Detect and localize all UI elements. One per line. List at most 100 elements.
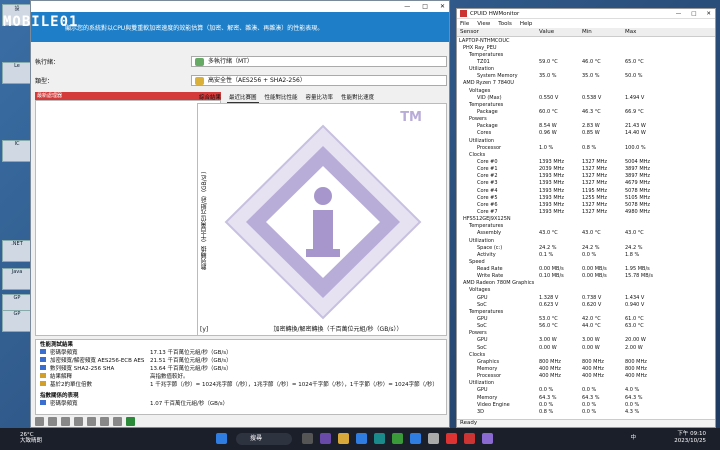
taskview-icon[interactable] <box>302 433 313 444</box>
maximize-button[interactable]: □ <box>422 3 428 10</box>
column-min[interactable]: Min <box>582 29 625 35</box>
sensor-row[interactable]: Memory 64.3 % 64.3 % 64.3 % <box>457 394 715 401</box>
sensor-row[interactable]: Voltages <box>457 87 715 94</box>
refresh-icon[interactable] <box>35 417 44 426</box>
sensor-row[interactable]: Utilization <box>457 66 715 73</box>
sensor-row[interactable]: Core #4 1393 MHz 1195 MHz 5078 MHz <box>457 187 715 194</box>
sensor-row[interactable]: Powers <box>457 330 715 337</box>
options-icon[interactable] <box>87 417 96 426</box>
sensor-row[interactable]: Temperatures <box>457 101 715 108</box>
sensor-row[interactable]: Video Engine 0.0 % 0.0 % 0.0 % <box>457 401 715 408</box>
app-icon[interactable] <box>446 433 457 444</box>
sensor-row[interactable]: Processor 1.0 % 0.8 % 100.0 % <box>457 144 715 151</box>
tab-performance[interactable]: 性能對比性能 <box>263 92 300 103</box>
system-tray[interactable]: 中 下午 09:10 2023/10/25 <box>630 431 706 445</box>
menu-help[interactable]: Help <box>520 21 533 27</box>
sensor-row[interactable]: Powers <box>457 116 715 123</box>
sensor-row[interactable]: Utilization <box>457 137 715 144</box>
sensor-row[interactable]: Memory 400 MHz 400 MHz 800 MHz <box>457 365 715 372</box>
desktop-icon[interactable]: Java <box>2 268 32 290</box>
store-icon[interactable] <box>356 433 367 444</box>
tab-recent[interactable]: 最近比賽圖 <box>227 92 259 103</box>
folder-icon[interactable] <box>338 433 349 444</box>
tab-capacity-power[interactable]: 容量比功率 <box>304 92 336 103</box>
sensor-row[interactable]: Space (c:) 24.2 % 24.2 % 24.2 % <box>457 244 715 251</box>
sensor-row[interactable]: System Memory 35.0 % 35.0 % 50.0 % <box>457 73 715 80</box>
sensor-row[interactable]: Core #3 1393 MHz 1327 MHz 4679 MHz <box>457 180 715 187</box>
column-sensor[interactable]: Sensor <box>457 29 539 35</box>
sensor-row[interactable]: SoC 0.00 W 0.00 W 2.00 W <box>457 344 715 351</box>
menu-file[interactable]: File <box>460 21 469 27</box>
algo-select[interactable]: 高安全性（AES256 + SHA2-256） <box>191 75 447 86</box>
sensor-row[interactable]: Assembly 43.0 °C 43.0 °C 43.0 °C <box>457 230 715 237</box>
sensor-row[interactable]: GPU 53.0 °C 42.0 °C 61.0 °C <box>457 315 715 322</box>
input-language[interactable]: 中 <box>630 435 636 442</box>
edge-icon[interactable] <box>374 433 385 444</box>
sensor-row[interactable]: GPU 0.0 % 0.0 % 4.0 % <box>457 387 715 394</box>
sensor-row[interactable]: Processor 400 MHz 400 MHz 400 MHz <box>457 373 715 380</box>
sensor-row[interactable]: LAPTOP-NTHMCOUC <box>457 37 715 44</box>
sensor-row[interactable]: AMD Ryzen 7 7840U <box>457 80 715 87</box>
menu-view[interactable]: View <box>477 21 490 27</box>
mail-icon[interactable] <box>410 433 421 444</box>
sensor-row[interactable]: Core #6 1393 MHz 1327 MHz 5078 MHz <box>457 201 715 208</box>
sensor-row[interactable]: Core #2 1393 MHz 1327 MHz 3897 MHz <box>457 173 715 180</box>
menu-tools[interactable]: Tools <box>498 21 512 27</box>
teams-icon[interactable] <box>320 433 331 444</box>
sensor-row[interactable]: Utilization <box>457 380 715 387</box>
sensor-row[interactable]: Cores 0.96 W 0.85 W 14.40 W <box>457 130 715 137</box>
desktop-icon[interactable]: IC <box>2 140 32 162</box>
sensor-row[interactable]: Write Rate 0.10 MB/s 0.00 MB/s 15.78 MB/s <box>457 273 715 280</box>
sensor-row[interactable]: GPU 3.00 W 3.00 W 20.00 W <box>457 337 715 344</box>
chrome-icon[interactable] <box>392 433 403 444</box>
minimize-button[interactable]: — <box>676 11 682 17</box>
sensor-row[interactable]: Clocks <box>457 151 715 158</box>
tab-combined[interactable]: 綜合結果 <box>197 92 223 103</box>
processor-list[interactable] <box>35 100 221 336</box>
desktop-icon[interactable]: .NET <box>2 240 32 262</box>
desktop-icon[interactable]: Le <box>2 62 32 84</box>
sensor-row[interactable]: Temperatures <box>457 223 715 230</box>
sensor-row[interactable]: Activity 0.1 % 0.0 % 1.8 % <box>457 251 715 258</box>
sensor-row[interactable]: TZ01 59.0 °C 46.0 °C 65.0 °C <box>457 58 715 65</box>
hwmonitor-task-icon[interactable] <box>464 433 475 444</box>
tab-speed[interactable]: 性能對比速度 <box>339 92 376 103</box>
sensor-row[interactable]: Temperatures <box>457 308 715 315</box>
copy-icon[interactable] <box>61 417 70 426</box>
print-icon[interactable] <box>74 417 83 426</box>
sensor-row[interactable]: Core #0 1393 MHz 1327 MHz 5004 MHz <box>457 158 715 165</box>
sensor-row[interactable]: Graphics 800 MHz 800 MHz 800 MHz <box>457 358 715 365</box>
search-box[interactable]: 搜尋 <box>236 433 292 445</box>
save-icon[interactable] <box>48 417 57 426</box>
close-button[interactable]: ✕ <box>440 3 445 10</box>
ok-icon[interactable] <box>126 417 135 426</box>
sensor-row[interactable]: PHX Ray_PEU <box>457 44 715 51</box>
sensor-row[interactable]: Voltages <box>457 287 715 294</box>
sensor-row[interactable]: Package 60.0 °C 46.3 °C 66.9 °C <box>457 108 715 115</box>
app-icon[interactable] <box>428 433 439 444</box>
weather-widget[interactable]: 26°C 大致晴朗 <box>20 432 42 444</box>
forward-icon[interactable] <box>113 417 122 426</box>
sensor-row[interactable]: SoC 56.0 °C 44.0 °C 63.0 °C <box>457 323 715 330</box>
maximize-button[interactable]: □ <box>691 11 696 17</box>
sensor-row[interactable]: Speed <box>457 258 715 265</box>
sandra-task-icon[interactable] <box>482 433 493 444</box>
column-max[interactable]: Max <box>625 29 668 35</box>
minimize-button[interactable]: — <box>404 3 410 10</box>
sensor-tree[interactable]: LAPTOP-NTHMCOUC PHX Ray_PEU Temperatures TZ… <box>457 37 715 415</box>
sensor-row[interactable]: Core #1 2039 MHz 1327 MHz 3897 MHz <box>457 166 715 173</box>
sensor-row[interactable]: SoC 0.623 V 0.620 V 0.940 V <box>457 301 715 308</box>
sensor-row[interactable]: Package 8.54 W 2.83 W 21.43 W <box>457 123 715 130</box>
back-icon[interactable] <box>100 417 109 426</box>
sensor-row[interactable]: VID (Max) 0.550 V 0.538 V 1.494 V <box>457 94 715 101</box>
sensor-row[interactable]: Clocks <box>457 351 715 358</box>
start-icon[interactable] <box>216 433 227 444</box>
sensor-row[interactable]: Core #7 1393 MHz 1327 MHz 4980 MHz <box>457 208 715 215</box>
sensor-row[interactable]: 3D 0.8 % 0.0 % 4.3 % <box>457 408 715 415</box>
sensor-row[interactable]: Temperatures <box>457 51 715 58</box>
sensor-row[interactable]: Core #5 1393 MHz 1255 MHz 5105 MHz <box>457 194 715 201</box>
sensor-row[interactable]: Utilization <box>457 237 715 244</box>
sensor-row[interactable]: GPU 1.328 V 0.738 V 1.434 V <box>457 294 715 301</box>
sensor-row[interactable]: AMD Radeon 780M Graphics <box>457 280 715 287</box>
column-value[interactable]: Value <box>539 29 582 35</box>
